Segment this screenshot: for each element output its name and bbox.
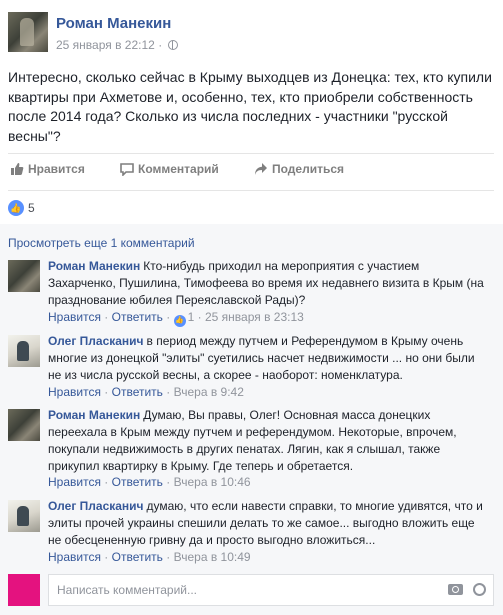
comment-label: Комментарий xyxy=(138,162,219,176)
commenter-avatar[interactable] xyxy=(8,335,40,367)
post-header: Роман Манекин 25 января в 22:12 · xyxy=(8,12,488,56)
post-author[interactable]: Роман Манекин xyxy=(56,15,171,32)
sticker-icon[interactable] xyxy=(473,583,486,596)
share-icon xyxy=(255,163,267,175)
divider xyxy=(8,153,494,154)
globe-icon[interactable] xyxy=(167,40,178,50)
post-text: Интересно, сколько сейчас в Крыму выходц… xyxy=(8,69,492,144)
comment-reply-link[interactable]: Ответить xyxy=(112,550,163,564)
post-card: Роман Манекин 25 января в 22:12 · Интере… xyxy=(0,0,503,615)
comment-author[interactable]: Олег Пласканич xyxy=(48,499,144,513)
comment-like-count: 1 xyxy=(187,310,195,324)
comment-actions: Нравится · Ответить · 👍 1 · 25 января в 2… xyxy=(48,310,304,327)
view-more-comments-link[interactable]: Просмотреть еще 1 комментарий xyxy=(8,236,195,250)
comment-time[interactable]: 25 января в 23:13 xyxy=(205,310,304,324)
thumbs-up-icon xyxy=(11,163,24,175)
separator: · xyxy=(104,310,109,324)
author-avatar[interactable] xyxy=(8,12,48,52)
comment-time[interactable]: Вчера в 9:42 xyxy=(174,385,244,399)
separator: · xyxy=(104,385,109,399)
comment-time[interactable]: Вчера в 10:49 xyxy=(174,550,251,564)
comment-icon xyxy=(120,163,134,176)
comment-time[interactable]: Вчера в 10:46 xyxy=(174,475,251,489)
comment-author[interactable]: Роман Манекин xyxy=(48,408,140,422)
comment-button[interactable]: Комментарий xyxy=(120,162,219,176)
comment-actions: Нравится · Ответить · Вчера в 10:49 xyxy=(48,550,251,564)
post-meta: 25 января в 22:12 · xyxy=(56,38,178,52)
separator: · xyxy=(166,385,171,399)
comment-actions: Нравится · Ответить · Вчера в 10:46 xyxy=(48,475,251,489)
comment-like-link[interactable]: Нравится xyxy=(48,385,101,399)
like-icon: 👍 xyxy=(173,315,186,327)
post-actions: Нравится Комментарий Поделиться xyxy=(8,162,494,182)
like-icon: 👍 xyxy=(8,200,24,216)
comment-like-link[interactable]: Нравится xyxy=(48,475,101,489)
comment-input[interactable] xyxy=(48,574,494,606)
separator: · xyxy=(104,475,109,489)
separator: · xyxy=(104,550,109,564)
comment-author[interactable]: Роман Манекин xyxy=(48,259,140,273)
comment-body: Олег Пласканич в период между путчем и Ре… xyxy=(48,333,488,384)
separator: · xyxy=(166,475,171,489)
comment-body: Олег Пласканич думаю, что если навести сп… xyxy=(48,498,488,549)
comment-reply-link[interactable]: Ответить xyxy=(112,385,163,399)
comment-reply-link[interactable]: Ответить xyxy=(112,475,163,489)
like-button[interactable]: Нравится xyxy=(10,162,85,176)
share-label: Поделиться xyxy=(272,162,345,176)
comment-body: Роман Манекин Кто-нибудь приходил на меро… xyxy=(48,258,488,309)
separator: · xyxy=(197,310,202,324)
camera-icon[interactable] xyxy=(448,584,463,595)
divider xyxy=(8,190,494,191)
post-date[interactable]: 25 января в 22:12 xyxy=(56,38,155,52)
separator: · xyxy=(166,550,171,564)
comment-author[interactable]: Олег Пласканич xyxy=(48,334,144,348)
comment-like-link[interactable]: Нравится xyxy=(48,550,101,564)
comment-actions: Нравится · Ответить · Вчера в 9:42 xyxy=(48,385,244,399)
commenter-avatar[interactable] xyxy=(8,500,40,532)
commenter-avatar[interactable] xyxy=(8,409,40,441)
reaction-count: 5 xyxy=(28,201,35,215)
comment-like-link[interactable]: Нравится xyxy=(48,310,101,324)
comment-composer xyxy=(8,574,494,606)
comment-likes[interactable]: 👍 1 xyxy=(173,310,195,327)
comments-section: Просмотреть еще 1 комментарий Роман Мане… xyxy=(0,224,503,615)
comment-reply-link[interactable]: Ответить xyxy=(112,310,163,324)
meta-separator: · xyxy=(158,38,163,52)
current-user-avatar[interactable] xyxy=(8,574,40,606)
like-label: Нравится xyxy=(28,162,85,176)
share-button[interactable]: Поделиться xyxy=(254,162,344,176)
comment-body: Роман Манекин Думаю, Вы правы, Олег! Осно… xyxy=(48,407,488,475)
commenter-avatar[interactable] xyxy=(8,260,40,292)
separator: · xyxy=(166,310,171,324)
